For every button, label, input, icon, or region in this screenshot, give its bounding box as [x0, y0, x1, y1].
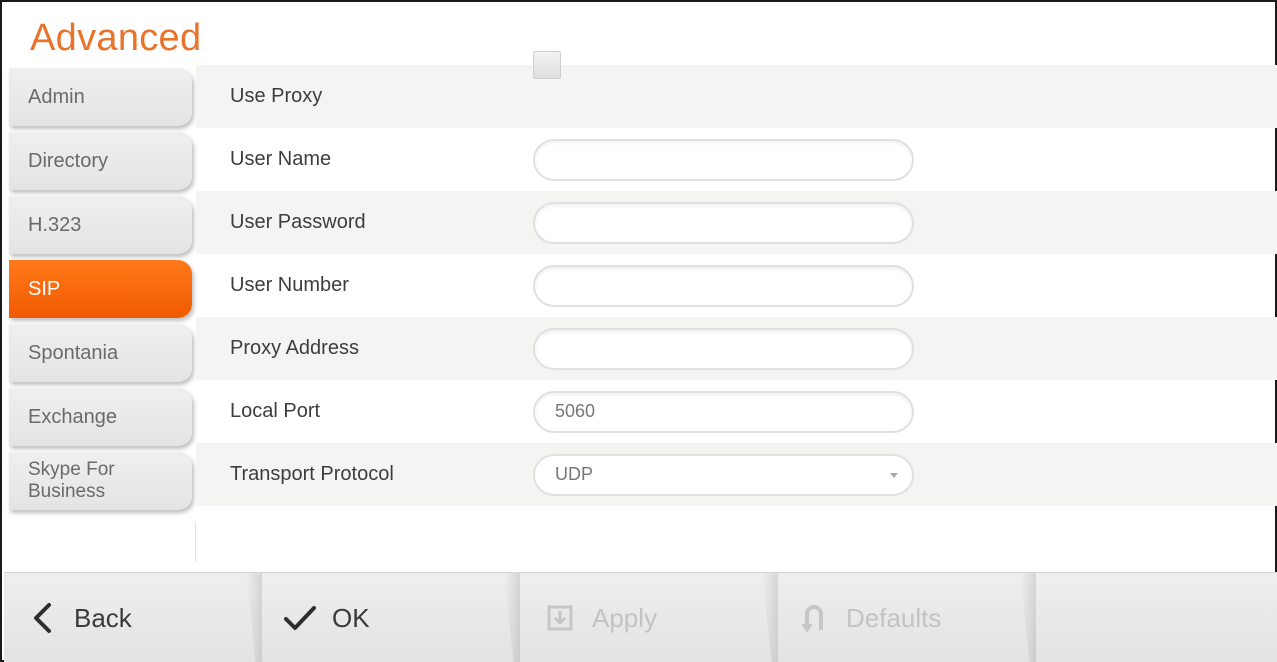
sidebar-item-spontania[interactable]: Spontania — [9, 324, 192, 382]
sidebar-item-label: Exchange — [28, 405, 117, 428]
sidebar-item-sip[interactable]: SIP — [9, 260, 192, 318]
sidebar-item-h323[interactable]: H.323 — [9, 196, 192, 254]
ok-button[interactable]: OK — [262, 573, 520, 662]
ok-button-label: OK — [332, 602, 370, 633]
sidebar-divider — [195, 522, 196, 562]
user-password-row: User Password — [196, 191, 1277, 254]
sidebar-item-directory[interactable]: Directory — [9, 132, 192, 190]
use-proxy-row: Use Proxy — [196, 51, 1277, 128]
defaults-button[interactable]: Defaults — [778, 573, 1036, 662]
sidebar-item-label: SIP — [28, 277, 61, 300]
user-password-label: User Password — [230, 211, 366, 233]
apply-icon — [542, 600, 578, 636]
sidebar-item-label: H.323 — [28, 213, 82, 236]
sip-settings-form: Use Proxy User Name User Password User N… — [196, 51, 1277, 506]
user-name-input[interactable] — [533, 138, 914, 181]
apply-button-label: Apply — [592, 602, 658, 633]
proxy-address-input[interactable] — [533, 327, 914, 370]
transport-protocol-select[interactable]: UDP — [533, 453, 914, 496]
transport-protocol-label: Transport Protocol — [230, 463, 394, 485]
transport-protocol-row: Transport Protocol UDP — [196, 443, 1277, 506]
sidebar-item-admin[interactable]: Admin — [9, 68, 192, 126]
user-number-row: User Number — [196, 254, 1277, 317]
local-port-row: Local Port — [196, 380, 1277, 443]
apply-button[interactable]: Apply — [520, 573, 778, 662]
use-proxy-label: Use Proxy — [230, 85, 323, 107]
chevron-down-icon — [890, 472, 898, 478]
bottom-toolbar: Back OK Apply Defaults — [4, 572, 1277, 662]
user-name-label: User Name — [230, 148, 332, 170]
sidebar-item-exchange[interactable]: Exchange — [9, 388, 192, 446]
user-number-label: User Number — [230, 274, 349, 296]
sidebar-item-skype-for-business[interactable]: Skype For Business — [9, 452, 192, 510]
sidebar: Admin Directory H.323 SIP Spontania Exch… — [9, 68, 192, 510]
sidebar-item-label: Directory — [28, 149, 109, 172]
sidebar-item-label: Spontania — [28, 341, 119, 364]
proxy-address-row: Proxy Address — [196, 317, 1277, 380]
checkmark-icon — [282, 600, 318, 636]
back-button-label: Back — [74, 602, 132, 633]
settings-window: Advanced Admin Directory H.323 SIP Spont… — [0, 0, 1277, 662]
back-button[interactable]: Back — [4, 573, 262, 662]
user-number-input[interactable] — [533, 264, 914, 307]
undo-icon — [796, 600, 832, 636]
user-password-input[interactable] — [533, 201, 914, 244]
transport-protocol-value: UDP — [555, 464, 594, 484]
defaults-button-label: Defaults — [846, 602, 942, 633]
chevron-left-icon — [24, 600, 60, 636]
proxy-address-label: Proxy Address — [230, 337, 359, 359]
use-proxy-checkbox[interactable] — [533, 51, 561, 79]
local-port-input[interactable] — [533, 390, 914, 433]
user-name-row: User Name — [196, 128, 1277, 191]
local-port-label: Local Port — [230, 400, 321, 422]
sidebar-item-label: Skype For Business — [28, 459, 115, 502]
toolbar-filler — [1036, 573, 1277, 662]
sidebar-item-label: Admin — [28, 85, 85, 108]
page-title: Advanced — [30, 17, 202, 59]
